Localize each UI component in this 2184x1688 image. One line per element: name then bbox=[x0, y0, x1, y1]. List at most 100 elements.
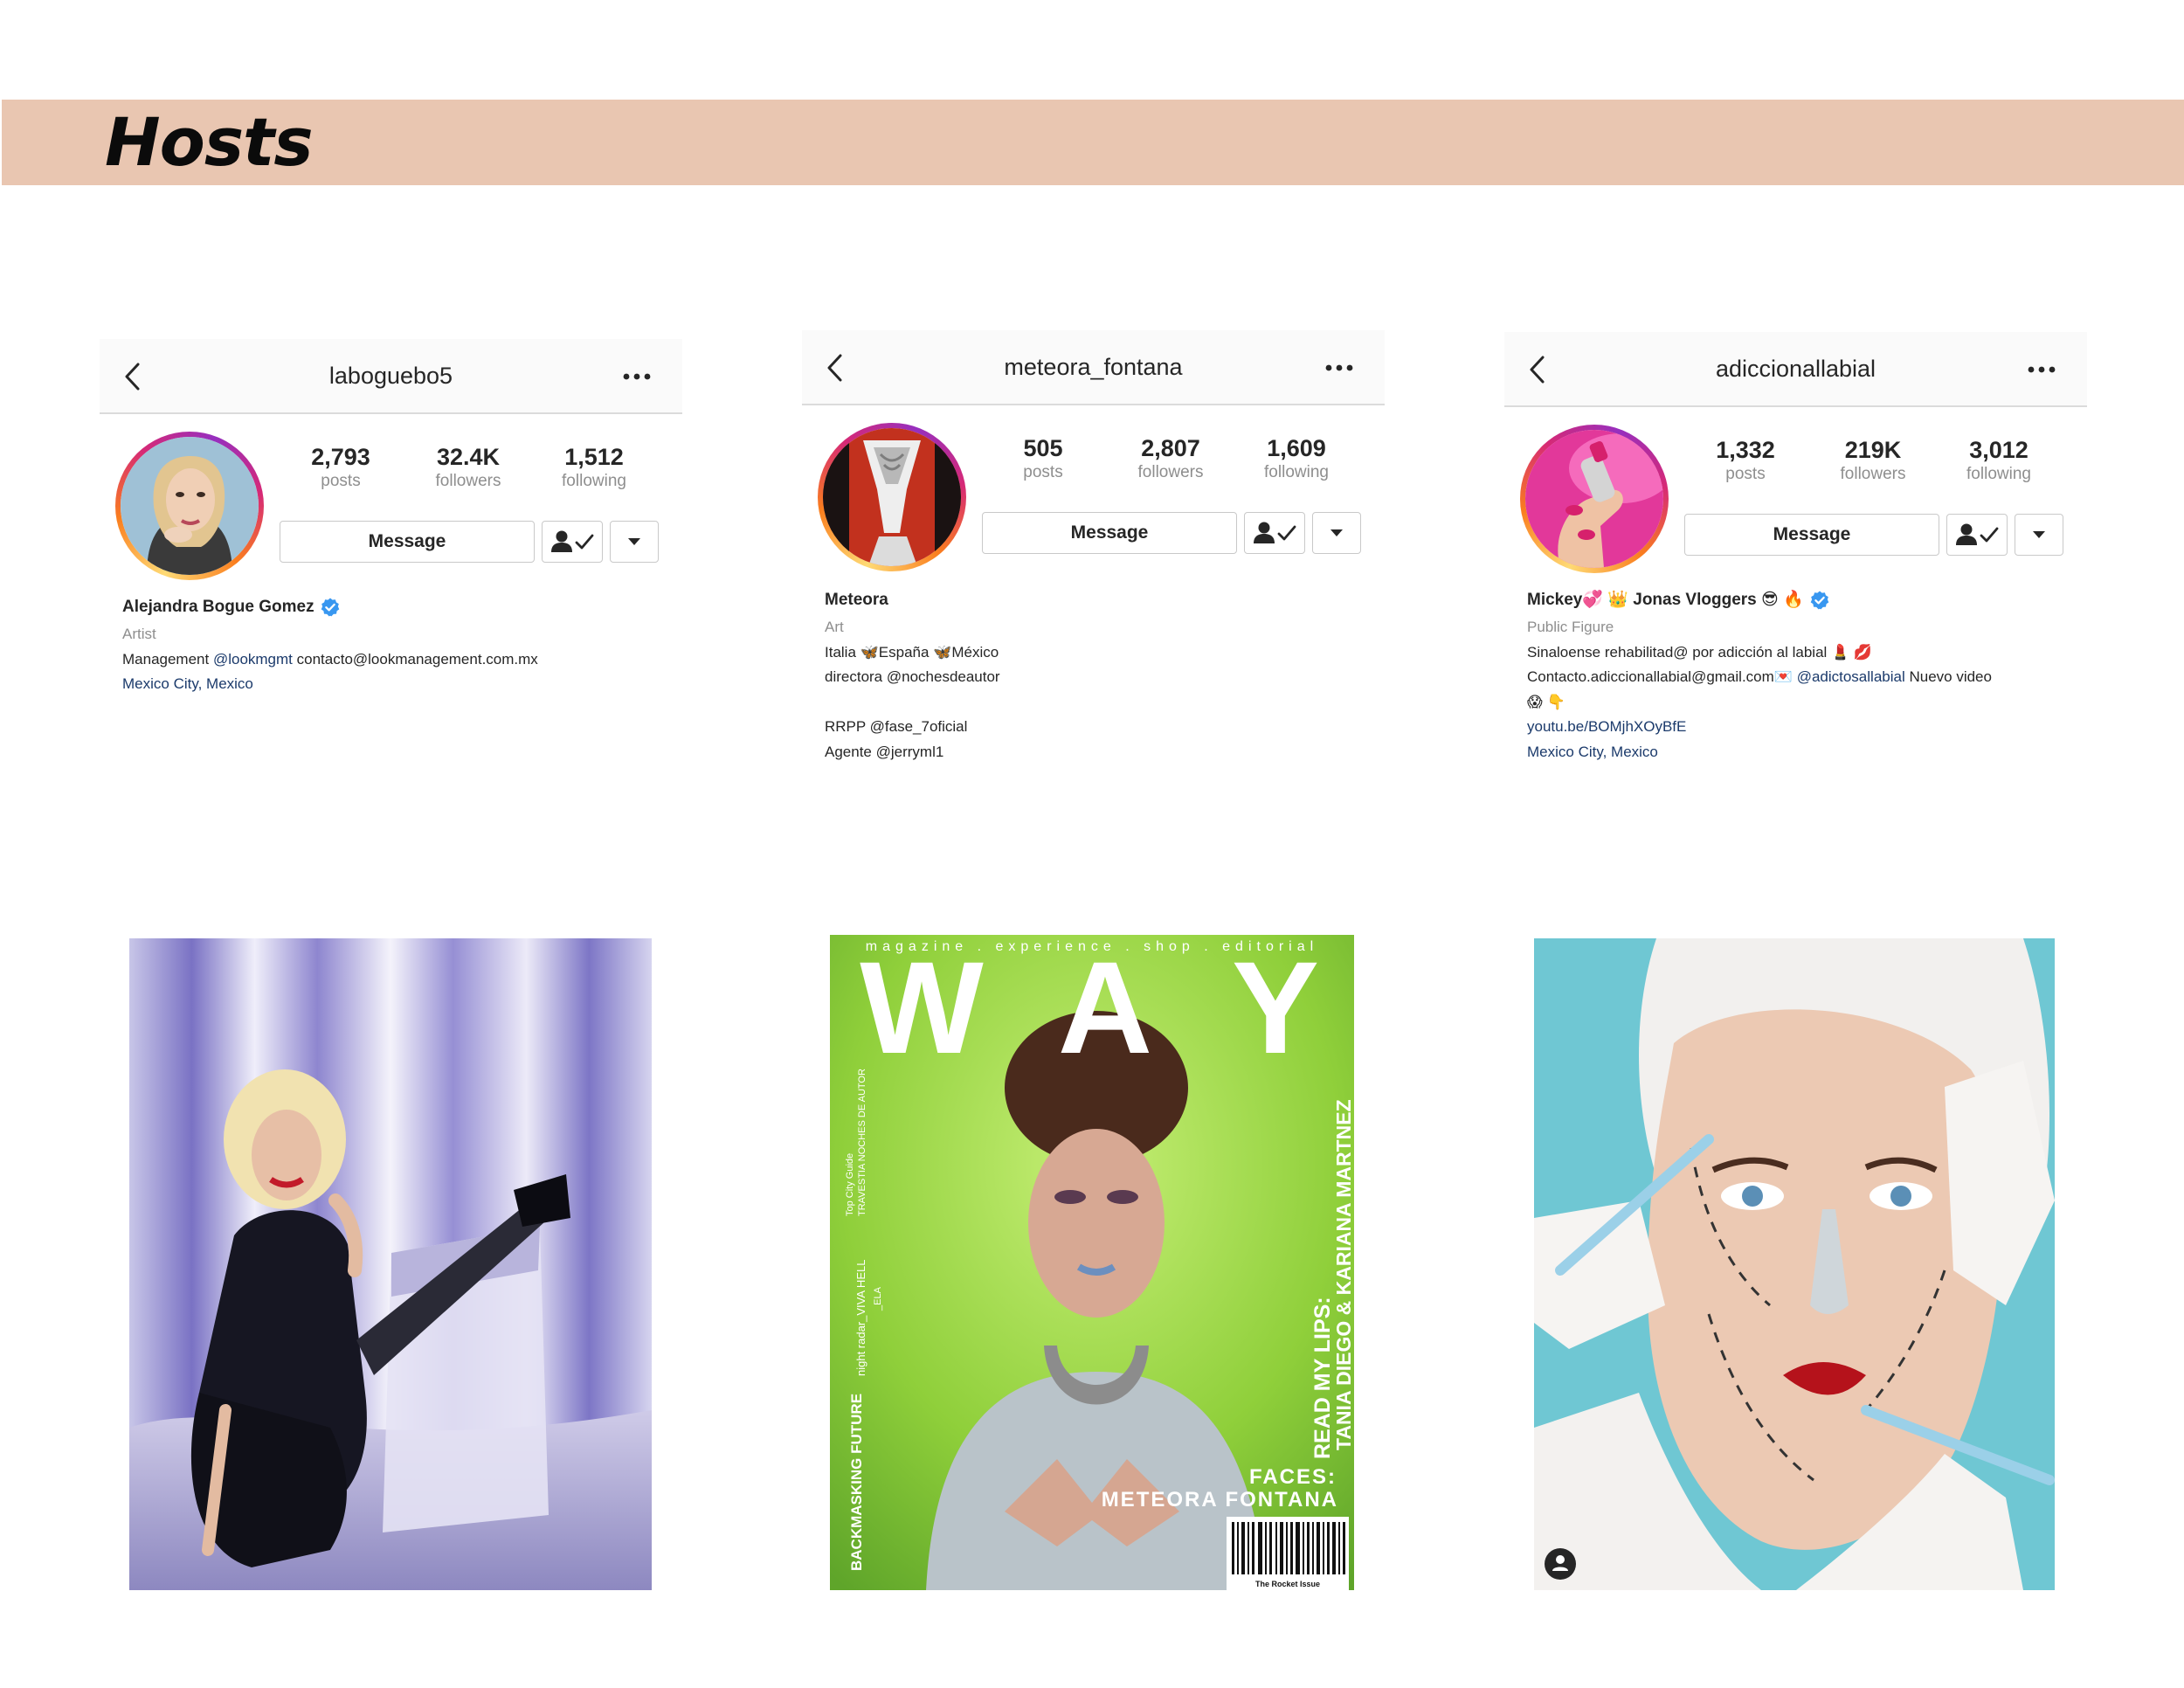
bio-line-contact: Contacto.adiccionallabial@gmail.com💌 @ad… bbox=[1527, 665, 2086, 690]
person-check-icon bbox=[1956, 523, 1999, 545]
bio-blank-line bbox=[825, 690, 1366, 716]
followers-label: followers bbox=[1840, 465, 1906, 483]
profile-bio: Mickey💞 👑 Jonas Vloggers 😎 🔥 Public Figu… bbox=[1527, 585, 2086, 764]
caret-down-icon bbox=[628, 538, 640, 545]
suggestions-dropdown-button[interactable] bbox=[610, 521, 659, 563]
photo-drape-portrait bbox=[129, 938, 652, 1590]
profile-username: laboguebo5 bbox=[328, 363, 453, 389]
cover-faces-label: FACES: bbox=[1249, 1465, 1337, 1489]
bio-line-description: Sinaloense rehabilitad@ por adicción al … bbox=[1527, 643, 1873, 661]
bio-text: Management bbox=[122, 650, 213, 668]
stat-following[interactable]: 1,512 following bbox=[533, 442, 655, 491]
avatar-photo bbox=[823, 428, 961, 566]
verified-badge-icon bbox=[321, 598, 339, 617]
photo-surgery-portrait bbox=[1534, 938, 2055, 1590]
followers-count: 2,807 bbox=[1141, 435, 1200, 461]
stat-followers[interactable]: 32.4K followers bbox=[407, 442, 529, 491]
avatar[interactable] bbox=[818, 423, 966, 571]
posts-count: 505 bbox=[1023, 435, 1063, 461]
host-photo-laboguebo5[interactable] bbox=[129, 938, 652, 1590]
bio-line-agent: Agente @jerryml1 bbox=[825, 743, 944, 760]
caret-down-icon bbox=[2033, 531, 2045, 538]
more-options-icon[interactable] bbox=[618, 360, 656, 393]
profile-card-adiccionallabial: adiccionallabial 1,332 posts 219K follow… bbox=[1504, 332, 2087, 821]
profile-username: meteora_fontana bbox=[1004, 354, 1183, 380]
bio-mention-link[interactable]: @lookmgmt bbox=[213, 651, 293, 668]
bio-name-line: Mickey💞 👑 Jonas Vloggers 😎 🔥 bbox=[1527, 585, 2086, 615]
cover-side-left-2: TRAVESTIA NOCHES DE AUTOR bbox=[857, 1069, 867, 1216]
profile-header: meteora_fontana bbox=[802, 330, 1385, 405]
following-count: 1,512 bbox=[564, 444, 624, 470]
bio-email: contacto@lookmanagement.com.mx bbox=[292, 650, 538, 668]
following-button[interactable] bbox=[1244, 512, 1305, 554]
cover-side-right: READ MY LIPS: bbox=[1310, 1297, 1335, 1459]
following-label: following bbox=[1966, 465, 2031, 483]
stat-followers[interactable]: 219K followers bbox=[1812, 435, 1934, 484]
cover-logo-w: W bbox=[860, 935, 984, 1081]
followers-count: 32.4K bbox=[436, 444, 501, 470]
cover-issue-label: The Rocket Issue bbox=[1255, 1580, 1320, 1588]
profile-card-laboguebo5: laboguebo5 2,793 posts 32.4K followers 1… bbox=[100, 339, 682, 828]
bio-location-link[interactable]: Mexico City, Mexico bbox=[1527, 740, 2086, 765]
display-name: Mickey💞 👑 Jonas Vloggers 😎 🔥 bbox=[1527, 591, 1804, 609]
person-check-icon bbox=[551, 530, 594, 552]
bio-line-countries: Italia 🦋España 🦋México bbox=[825, 643, 999, 661]
bio-category: Art bbox=[825, 619, 844, 635]
profile-header: adiccionallabial bbox=[1504, 332, 2087, 407]
bio-category: Public Figure bbox=[1527, 619, 1614, 635]
message-button[interactable]: Message bbox=[982, 512, 1237, 554]
cover-side-left-5: BACKMASKING FUTURE bbox=[848, 1394, 865, 1571]
bio-website-link[interactable]: youtu.be/BOMjhXOyBfE bbox=[1527, 715, 2086, 740]
posts-label: posts bbox=[1725, 465, 1766, 483]
bio-category: Artist bbox=[122, 626, 156, 642]
cover-logo-y: Y bbox=[1232, 935, 1319, 1081]
profile-username: adiccionallabial bbox=[1715, 356, 1876, 382]
stat-followers[interactable]: 2,807 followers bbox=[1109, 433, 1232, 482]
magazine-cover: magazine . experience . shop . editorial… bbox=[830, 935, 1354, 1590]
following-button[interactable] bbox=[1946, 514, 2008, 556]
bio-text: Nuevo video bbox=[1904, 668, 1992, 685]
stat-posts[interactable]: 505 posts bbox=[982, 433, 1104, 482]
more-options-icon[interactable] bbox=[1320, 351, 1358, 384]
title-banner: Hosts bbox=[2, 100, 2184, 185]
avatar[interactable] bbox=[115, 432, 264, 580]
display-name: Alejandra Bogue Gomez bbox=[122, 598, 314, 616]
bio-name-line: Alejandra Bogue Gomez bbox=[122, 592, 664, 622]
followers-count: 219K bbox=[1844, 437, 1902, 463]
cover-side-left-1: Top City Guide bbox=[845, 1153, 855, 1216]
person-check-icon bbox=[1254, 522, 1296, 543]
stat-posts[interactable]: 2,793 posts bbox=[280, 442, 402, 491]
suggestions-dropdown-button[interactable] bbox=[1312, 512, 1361, 554]
more-options-icon[interactable] bbox=[2022, 353, 2061, 386]
message-button[interactable]: Message bbox=[1684, 514, 1939, 556]
cover-side-left-3: night radar_VIVA HELL bbox=[854, 1260, 867, 1376]
stat-following[interactable]: 1,609 following bbox=[1235, 433, 1358, 482]
caret-down-icon bbox=[1330, 529, 1343, 536]
bio-line-management: Management @lookmgmt contacto@lookmanage… bbox=[122, 647, 664, 673]
bio-line-director: directora @nochesdeautor bbox=[825, 668, 1000, 685]
following-count: 1,609 bbox=[1267, 435, 1326, 461]
bio-location-link[interactable]: Mexico City, Mexico bbox=[122, 672, 664, 697]
avatar-photo bbox=[121, 437, 259, 575]
stat-posts[interactable]: 1,332 posts bbox=[1684, 435, 1807, 484]
profile-card-meteora-fontana: meteora_fontana 505 posts 2,807 follower… bbox=[802, 330, 1385, 820]
followers-label: followers bbox=[1137, 463, 1204, 481]
cover-logo-a: A bbox=[1058, 935, 1152, 1081]
message-button[interactable]: Message bbox=[280, 521, 535, 563]
profile-header: laboguebo5 bbox=[100, 339, 682, 414]
cover-side-left-4: _ELA bbox=[873, 1286, 883, 1311]
suggestions-dropdown-button[interactable] bbox=[2015, 514, 2063, 556]
following-label: following bbox=[1264, 463, 1329, 481]
host-photo-adiccionallabial[interactable] bbox=[1534, 938, 2055, 1590]
cover-faces-name: METEORA FONTANA bbox=[1102, 1488, 1338, 1512]
display-name: Meteora bbox=[825, 591, 888, 609]
posts-label: posts bbox=[321, 472, 361, 490]
avatar[interactable] bbox=[1520, 425, 1669, 573]
following-button[interactable] bbox=[542, 521, 603, 563]
bio-mention-link[interactable]: @adictosallabial bbox=[1797, 668, 1905, 685]
host-photo-way-magazine-cover[interactable]: magazine . experience . shop . editorial… bbox=[830, 935, 1354, 1590]
posts-count: 2,793 bbox=[311, 444, 370, 470]
cover-side-right-2: TANIA DIEGO & KARIANA MARTNEZ bbox=[1332, 1099, 1354, 1450]
stat-following[interactable]: 3,012 following bbox=[1938, 435, 2060, 484]
profile-bio: Alejandra Bogue Gomez Artist Management … bbox=[122, 592, 664, 697]
